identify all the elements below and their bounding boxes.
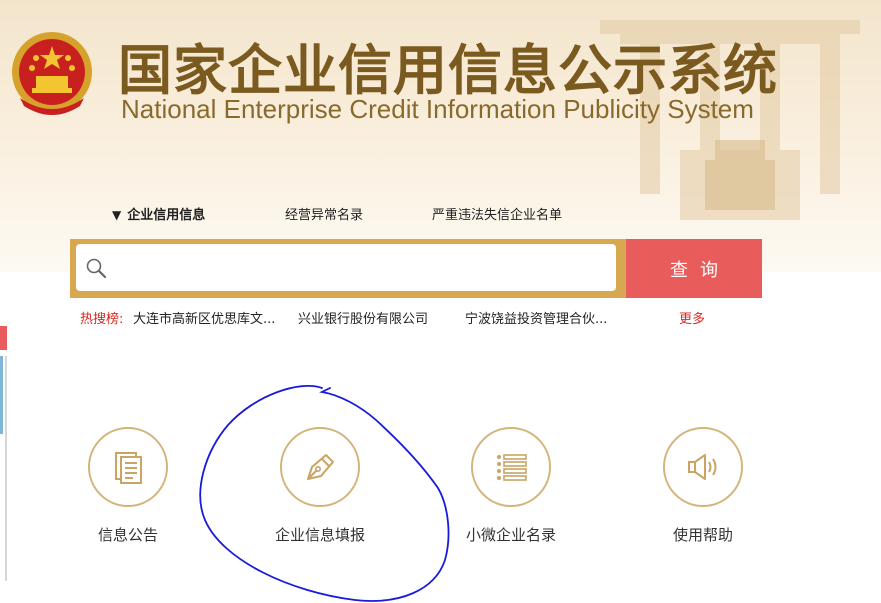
- speaker-icon: [688, 454, 717, 480]
- feature-circle: [663, 427, 743, 507]
- hot-search-item[interactable]: 兴业银行股份有限公司: [298, 308, 428, 327]
- feature-circle: [88, 427, 168, 507]
- tab-abnormal-list[interactable]: 经营异常名录: [285, 204, 363, 223]
- feature-label: 企业信息填报: [274, 526, 365, 544]
- feature-circle: [280, 427, 360, 507]
- pen-icon: [307, 454, 334, 480]
- side-panel-edge: [5, 356, 7, 581]
- search-input[interactable]: [116, 250, 610, 286]
- more-link[interactable]: 更多: [679, 308, 705, 327]
- feature-help[interactable]: 使用帮助: [643, 427, 763, 544]
- hot-search-label: 热搜榜:: [80, 312, 124, 327]
- triangle-down-icon: ▼: [112, 208, 122, 222]
- feature-label: 小微企业名录: [465, 526, 556, 544]
- side-panel-edge: [0, 356, 3, 434]
- hot-search-item[interactable]: 大连市高新区优思库文...: [133, 308, 275, 327]
- tab-violation-list[interactable]: 严重违法失信企业名单: [432, 204, 562, 223]
- feature-info-notice[interactable]: 信息公告: [68, 427, 188, 544]
- national-emblem-icon: [12, 32, 92, 115]
- document-icon: [115, 452, 142, 484]
- search-icon: [86, 258, 107, 279]
- page-subtitle: National Enterprise Credit Information P…: [121, 94, 754, 124]
- feature-info-filing[interactable]: 企业信息填报: [260, 427, 380, 544]
- feature-label: 使用帮助: [672, 526, 733, 544]
- header-banner: 国家企业信用信息公示系统 National Enterprise Credit …: [0, 0, 881, 272]
- query-button[interactable]: 查询: [626, 239, 762, 298]
- tab-credit-info[interactable]: ▼ 企业信用信息: [112, 204, 205, 223]
- feature-label: 信息公告: [97, 526, 158, 544]
- feature-circle: [471, 427, 551, 507]
- hot-search-item[interactable]: 宁波饶益投资管理合伙...: [465, 308, 607, 327]
- side-panel-edge: [0, 326, 7, 350]
- list-icon: [497, 454, 527, 481]
- feature-small-enterprise-list[interactable]: 小微企业名录: [451, 427, 571, 544]
- search-box: [76, 244, 616, 291]
